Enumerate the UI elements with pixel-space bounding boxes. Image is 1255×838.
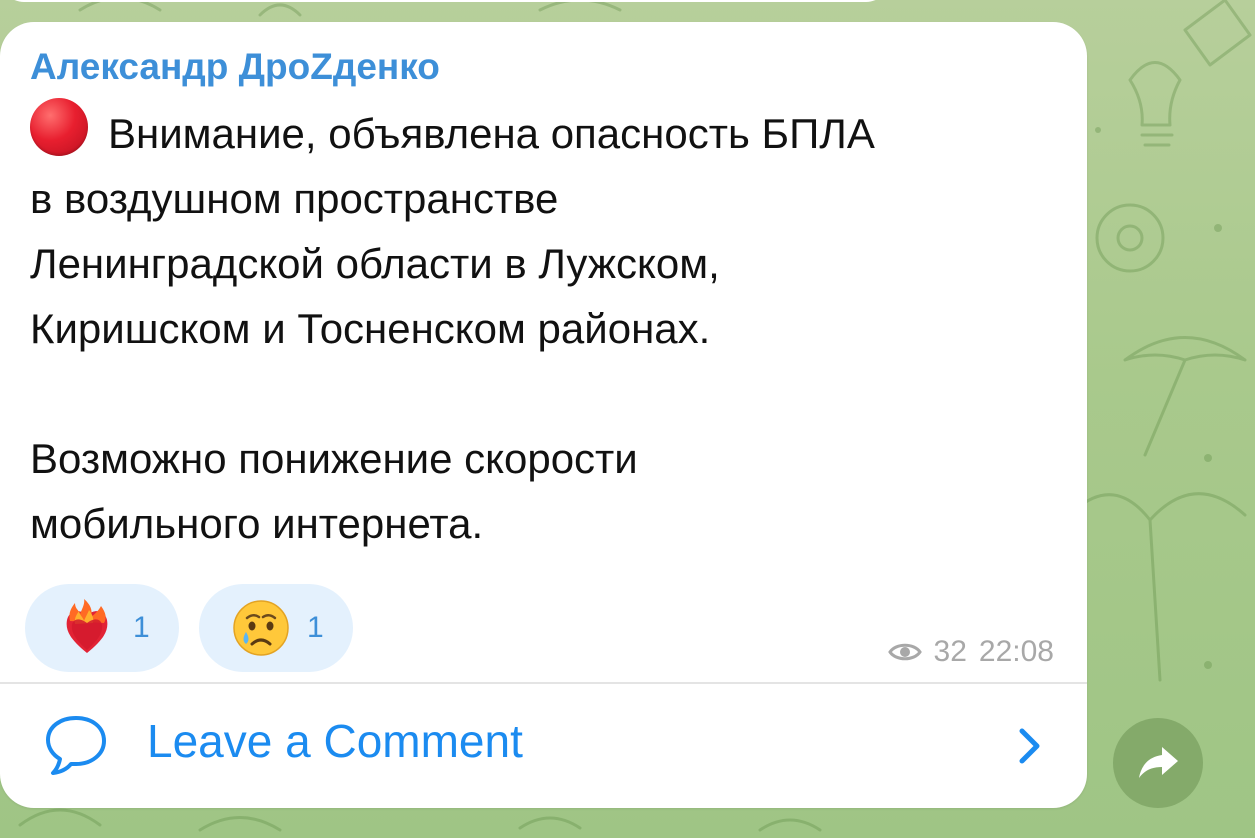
message-meta: 32 22:08 [887,635,1054,669]
comment-bubble-icon [46,716,106,775]
message-line: Внимание, объявлена опасность БПЛА [30,98,1060,166]
red-circle-icon [30,98,88,156]
heart-on-fire-icon [66,599,108,653]
reactions-bar: 1 1 [25,584,353,672]
message-text: Внимание, объявлена опасность БПЛА в воз… [30,98,1060,556]
message-line: Ленинградской области в Лужском, [30,240,720,287]
message-bubble: Александр ДроZденко Внимание, объявлена … [0,22,1087,808]
share-arrow-icon [1139,747,1178,778]
eye-icon [887,643,922,661]
author-name[interactable]: Александр ДроZденко [30,46,440,88]
view-count: 32 [933,635,967,668]
previous-message-bubble [0,0,890,2]
message-line-text: Внимание, объявлена опасность БПЛА [108,110,875,157]
message-spacer [30,361,1060,426]
leave-comment-button[interactable]: Leave a Comment [0,684,1087,808]
share-button[interactable] [1113,718,1203,808]
reaction-heart-on-fire[interactable]: 1 [25,584,179,672]
message-time: 22:08 [978,635,1054,668]
message-line: Киришском и Тосненском районах. [30,305,711,352]
reaction-count: 1 [133,611,150,644]
message-line: в воздушном пространстве [30,175,559,222]
crying-face-icon [233,600,289,656]
leave-comment-label: Leave a Comment [147,715,523,767]
chevron-right-icon [1019,728,1040,764]
message-line: Возможно понижение скорости [30,435,638,482]
reaction-crying-face[interactable]: 1 [199,584,353,672]
message-line: мобильного интернета. [30,500,484,547]
reaction-count: 1 [307,611,324,644]
